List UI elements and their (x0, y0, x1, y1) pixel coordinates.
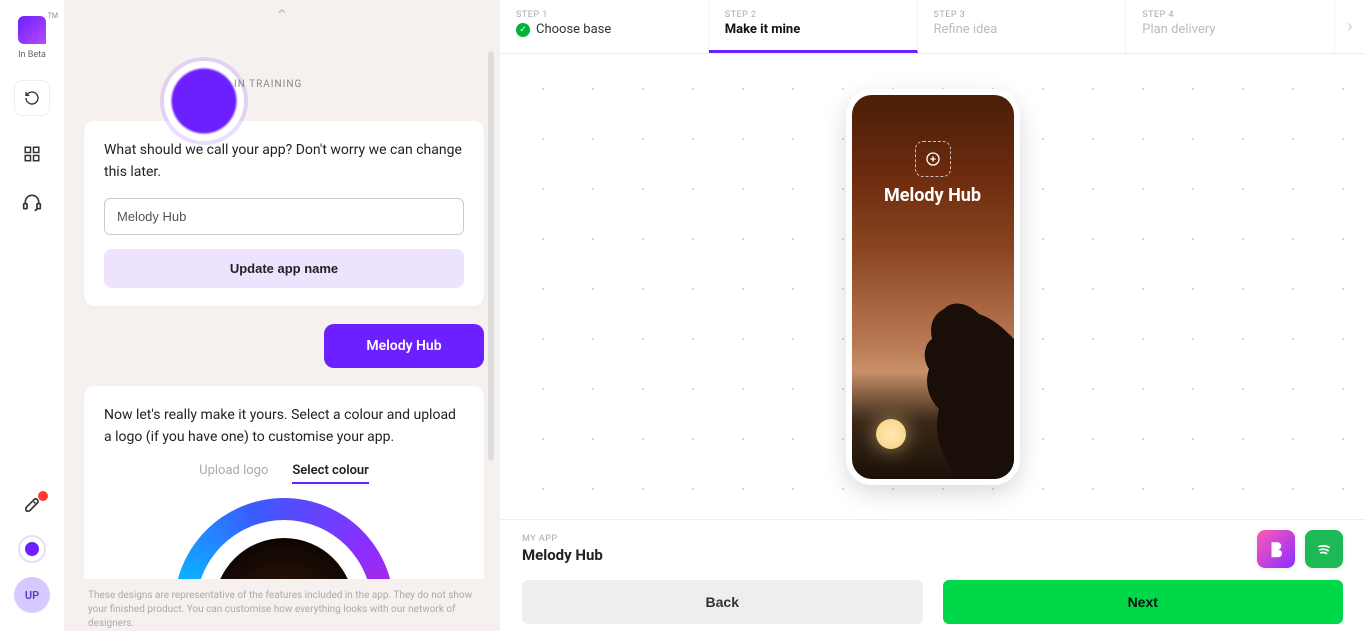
tab-upload-logo[interactable]: Upload logo (199, 463, 268, 484)
apps-icon[interactable] (22, 144, 42, 164)
stepper-next-arrow-icon[interactable]: › (1335, 0, 1365, 53)
scrollbar[interactable] (488, 51, 494, 461)
notification-badge (38, 491, 48, 501)
step-refine-idea[interactable]: STEP 3 Refine idea (918, 0, 1127, 53)
myapp-name: Melody Hub (522, 546, 1343, 564)
disclaimer-text: These designs are representative of the … (64, 579, 500, 631)
user-message: Melody Hub (324, 324, 484, 368)
rocket-icon[interactable] (22, 495, 42, 515)
phone-preview: Melody Hub (846, 89, 1020, 485)
customise-prompt-text: Now let's really make it yours. Select a… (104, 404, 464, 449)
brand-logo (18, 16, 46, 44)
beta-label: In Beta (18, 50, 46, 60)
training-label: IN TRAINING (234, 79, 302, 90)
builder-app-icon[interactable] (1257, 530, 1295, 568)
myapp-label: MY APP (522, 534, 1343, 544)
step-choose-base[interactable]: STEP 1 ✓Choose base (500, 0, 709, 53)
tab-select-colour[interactable]: Select colour (292, 463, 368, 484)
person-silhouette (894, 299, 1014, 479)
assistant-avatar (164, 61, 244, 141)
customise-card: Now let's really make it yours. Select a… (84, 386, 484, 579)
preview-canvas: Melody Hub (500, 54, 1365, 519)
user-avatar[interactable]: UP (14, 577, 50, 613)
collapse-chevron-icon[interactable]: ⌃ (64, 0, 500, 31)
name-prompt-text: What should we call your app? Don't worr… (104, 139, 464, 184)
check-icon: ✓ (516, 23, 530, 37)
stepper: STEP 1 ✓Choose base STEP 2 Make it mine … (500, 0, 1365, 54)
theme-indicator[interactable] (18, 535, 46, 563)
plus-icon (925, 151, 941, 167)
update-name-button[interactable]: Update app name (104, 249, 464, 288)
step-make-it-mine[interactable]: STEP 2 Make it mine (709, 0, 918, 53)
left-sidebar: In Beta UP (0, 0, 64, 631)
spotify-app-icon[interactable] (1305, 530, 1343, 568)
bottom-bar: MY APP Melody Hub Back Next (500, 519, 1365, 631)
colour-wheel[interactable] (174, 498, 394, 579)
undo-button[interactable] (14, 80, 50, 116)
next-button[interactable]: Next (943, 580, 1344, 624)
phone-app-title: Melody Hub (852, 185, 1014, 206)
app-name-input[interactable] (104, 198, 464, 235)
back-button[interactable]: Back (522, 580, 923, 624)
chat-panel: ⌃ IN TRAINING What should we call your a… (64, 0, 500, 631)
main-panel: STEP 1 ✓Choose base STEP 2 Make it mine … (500, 0, 1365, 631)
headset-icon[interactable] (22, 192, 42, 212)
undo-icon (24, 90, 40, 106)
name-prompt-card: What should we call your app? Don't worr… (84, 121, 484, 306)
upload-logo-placeholder[interactable] (915, 141, 951, 177)
step-plan-delivery[interactable]: STEP 4 Plan delivery (1126, 0, 1335, 53)
